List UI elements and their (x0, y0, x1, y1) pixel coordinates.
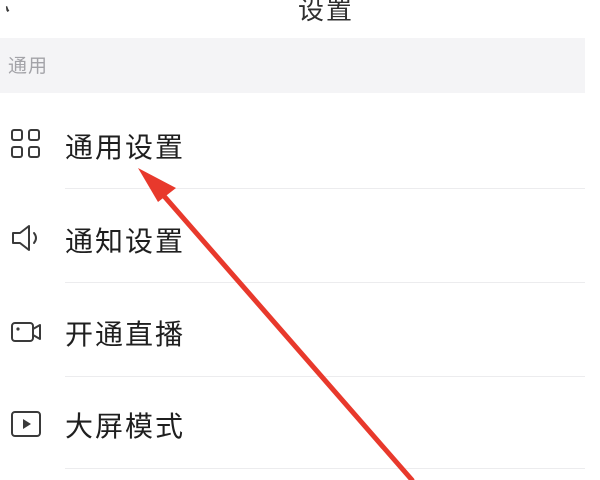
menu-item-label: 开通直播 (65, 318, 186, 351)
play-screen-icon (11, 411, 41, 437)
section-header-label: 通用 (8, 55, 49, 77)
menu-item-label: 大屏模式 (65, 410, 186, 443)
menu-item-general-settings[interactable]: 通用设置 (0, 98, 585, 190)
section-header: 通用 (0, 38, 585, 93)
menu-item-label: 通知设置 (65, 225, 186, 258)
video-camera-icon (11, 322, 41, 342)
divider (65, 282, 585, 283)
menu-item-notification-settings[interactable]: 通知设置 (0, 190, 585, 282)
menu-item-start-live[interactable]: 开通直播 (0, 284, 585, 376)
speaker-icon (12, 225, 37, 251)
right-edge (585, 38, 600, 480)
divider (65, 468, 585, 469)
menu-item-big-screen-mode[interactable]: 大屏模式 (0, 378, 585, 470)
back-arrow-icon[interactable]: ‘ (1, 2, 21, 26)
grid-four-squares-icon (11, 129, 40, 158)
top-bar: ‘ 设置 (0, 0, 600, 38)
page-title: 设置 (298, 0, 355, 26)
menu-item-label: 通用设置 (65, 131, 186, 164)
divider (65, 188, 585, 189)
divider (65, 376, 585, 377)
